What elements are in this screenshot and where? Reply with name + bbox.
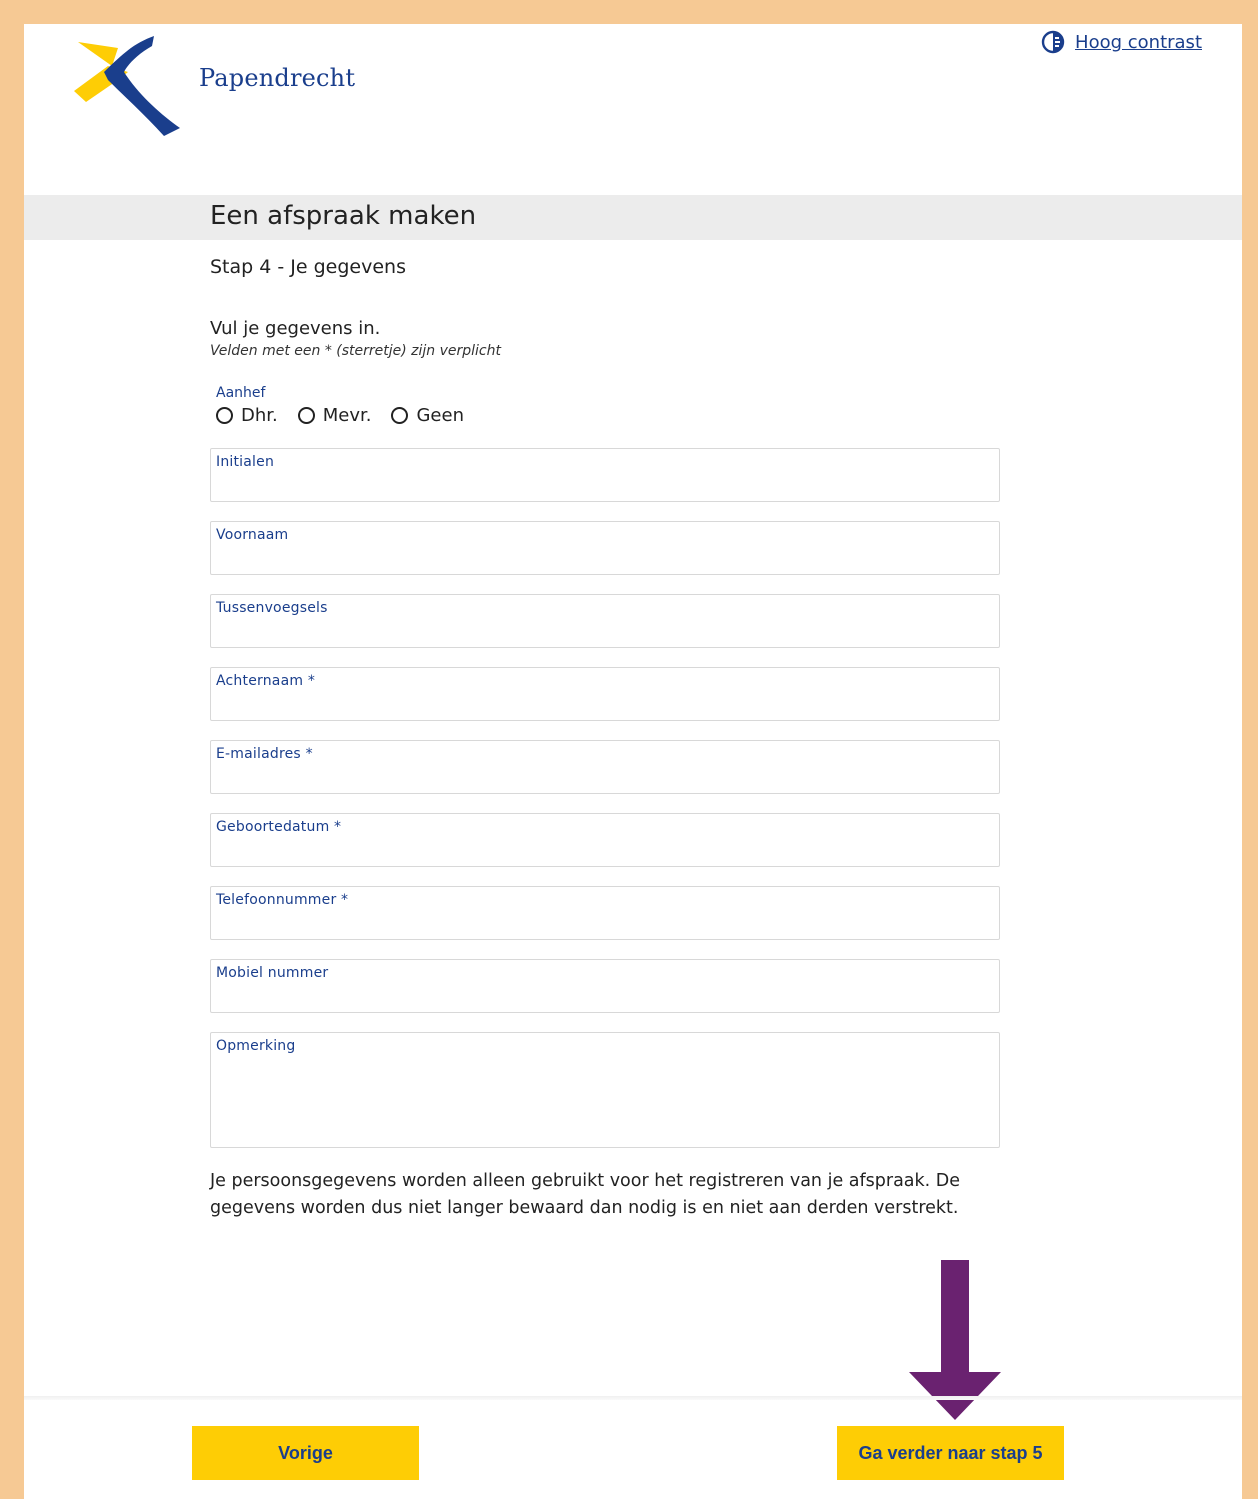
salutation-options: Dhr. Mevr. Geen [216,405,1030,426]
phone-field[interactable]: Telefoonnummer * [210,886,1000,940]
initials-label: Initialen [216,454,275,470]
birthdate-label: Geboortedatum * [216,819,342,835]
phone-label: Telefoonnummer * [216,892,349,908]
remark-label: Opmerking [216,1038,296,1054]
radio-mevr[interactable]: Mevr. [297,405,372,426]
remark-textarea[interactable]: Opmerking [210,1032,1000,1148]
papendrecht-logo[interactable]: Papendrecht [68,36,355,141]
initials-field[interactable]: Initialen [210,448,1000,502]
radio-label: Mevr. [322,405,372,426]
footer-divider [24,1396,1242,1400]
infix-label: Tussenvoegsels [216,600,328,616]
infix-field[interactable]: Tussenvoegsels [210,594,1000,648]
required-note: Velden met een * (sterretje) zijn verpli… [210,343,501,359]
first-name-field[interactable]: Voornaam [210,521,1000,575]
form-content: Stap 4 - Je gegevens Vul je gegevens in.… [210,256,1030,1222]
radio-circle-icon[interactable] [216,407,233,424]
high-contrast-label: Hoog contrast [1075,31,1202,53]
last-name-field[interactable]: Achternaam * [210,667,1000,721]
step-title: Stap 4 - Je gegevens [210,256,406,278]
salutation-group: Aanhef Dhr. Mevr. Geen [210,385,1030,426]
privacy-notice: Je persoonsgegevens worden alleen gebrui… [210,1171,961,1218]
previous-button[interactable]: Vorige [192,1426,419,1480]
high-contrast-link[interactable]: Hoog contrast [1041,30,1202,54]
first-name-label: Voornaam [216,527,289,543]
form-intro: Vul je gegevens in. [210,318,381,339]
radio-label: Dhr. [241,405,278,426]
page-title: Een afspraak maken [210,201,477,231]
page-frame: Papendrecht Hoog contrast Een afspraak m… [24,24,1242,1499]
down-arrow-icon [909,1260,1001,1426]
radio-circle-icon[interactable] [391,407,409,424]
email-label: E-mailadres * [216,746,313,762]
mobile-label: Mobiel nummer [216,965,329,981]
radio-circle-icon[interactable] [297,407,315,424]
mobile-field[interactable]: Mobiel nummer [210,959,1000,1013]
last-name-label: Achternaam * [216,673,316,689]
next-step-button[interactable]: Ga verder naar stap 5 [837,1426,1064,1480]
contrast-icon [1041,30,1065,54]
title-band: Een afspraak maken [24,195,1242,240]
salutation-label: Aanhef [216,385,266,401]
radio-dhr[interactable]: Dhr. [216,405,278,426]
radio-label: Geen [416,405,464,426]
birthdate-field[interactable]: Geboortedatum * [210,813,1000,867]
logo-wordmark: Papendrecht [199,64,356,92]
email-field[interactable]: E-mailadres * [210,740,1000,794]
radio-geen[interactable]: Geen [391,405,464,426]
